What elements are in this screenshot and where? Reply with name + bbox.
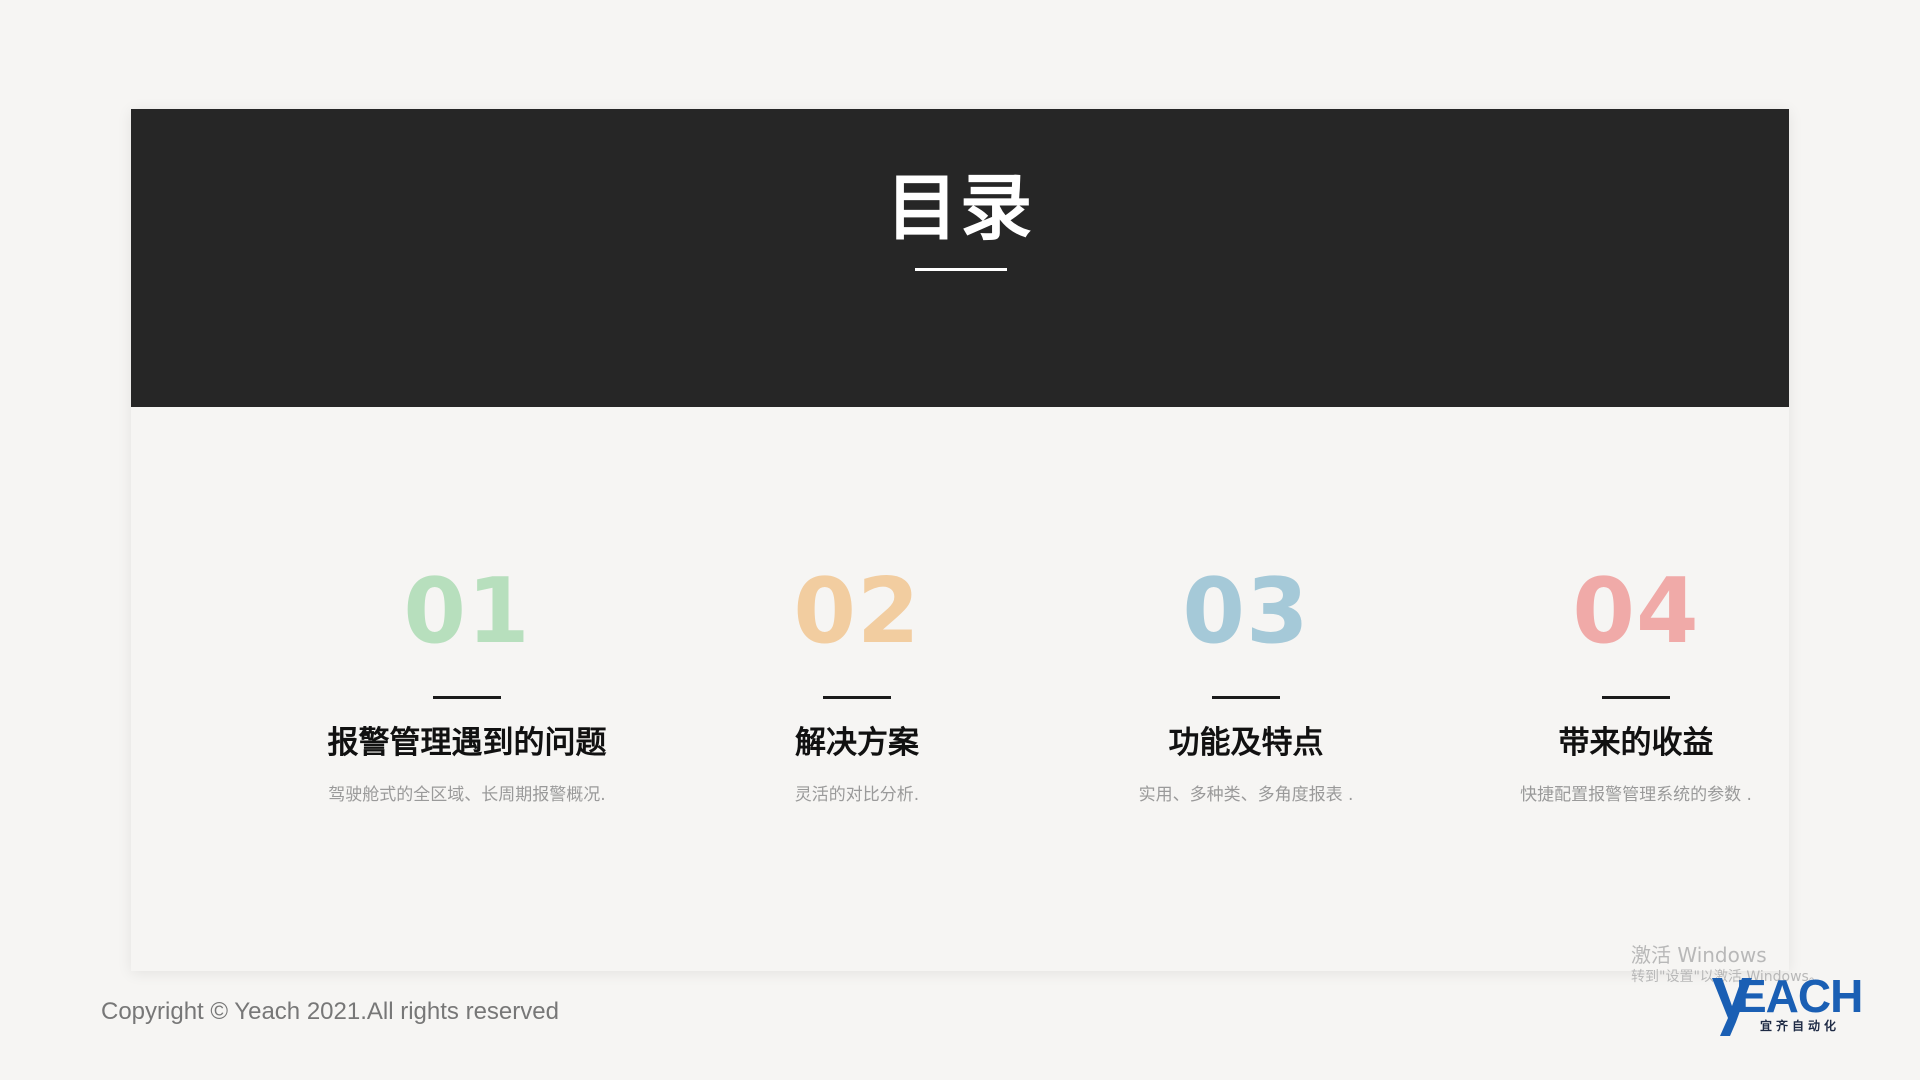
toc-item-04: 04 带来的收益 快捷配置报警管理系统的参数 . bbox=[1441, 557, 1831, 807]
toc-divider bbox=[823, 696, 891, 699]
copyright-text: Copyright © Yeach 2021.All rights reserv… bbox=[101, 998, 559, 1025]
toc-title: 解决方案 bbox=[795, 725, 919, 761]
toc-description: 快捷配置报警管理系统的参数 . bbox=[1520, 785, 1752, 805]
toc-title: 报警管理遇到的问题 bbox=[327, 725, 607, 761]
toc-item-03: 03 功能及特点 实用、多种类、多角度报表 . bbox=[1051, 557, 1441, 807]
slide-page: 目录 01 报警管理遇到的问题 驾驶舱式的全区域、长周期报警概况. 02 解决方… bbox=[0, 0, 1920, 1080]
toc-number: 01 bbox=[403, 559, 531, 664]
page-title: 目录 bbox=[885, 166, 1034, 250]
toc-description: 灵活的对比分析. bbox=[794, 785, 920, 805]
toc-divider bbox=[433, 696, 501, 699]
toc-number: 03 bbox=[1182, 559, 1310, 664]
toc-title: 功能及特点 bbox=[1168, 725, 1324, 761]
header-band: 目录 bbox=[131, 109, 1789, 407]
toc-item-02: 02 解决方案 灵活的对比分析. bbox=[662, 557, 1052, 807]
toc-divider bbox=[1602, 696, 1670, 699]
toc-item-01: 01 报警管理遇到的问题 驾驶舱式的全区域、长周期报警概况. bbox=[272, 557, 662, 807]
toc-title: 带来的收益 bbox=[1558, 725, 1714, 761]
toc-description: 实用、多种类、多角度报表 . bbox=[1138, 785, 1354, 805]
toc-description: 驾驶舱式的全区域、长周期报警概况. bbox=[328, 785, 606, 805]
content-card: 目录 01 报警管理遇到的问题 驾驶舱式的全区域、长周期报警概况. 02 解决方… bbox=[131, 109, 1789, 971]
toc-number: 04 bbox=[1572, 559, 1700, 664]
yeach-logo: EACH 宜齐自动化 bbox=[1712, 970, 1880, 1038]
watermark-line-1: 激活 Windows bbox=[1631, 943, 1767, 967]
toc-divider bbox=[1212, 696, 1280, 699]
logo-subtitle: 宜齐自动化 bbox=[1760, 1019, 1841, 1033]
toc-number: 02 bbox=[793, 559, 921, 664]
logo-wordmark: EACH bbox=[1736, 970, 1863, 1022]
title-underline bbox=[915, 268, 1007, 271]
